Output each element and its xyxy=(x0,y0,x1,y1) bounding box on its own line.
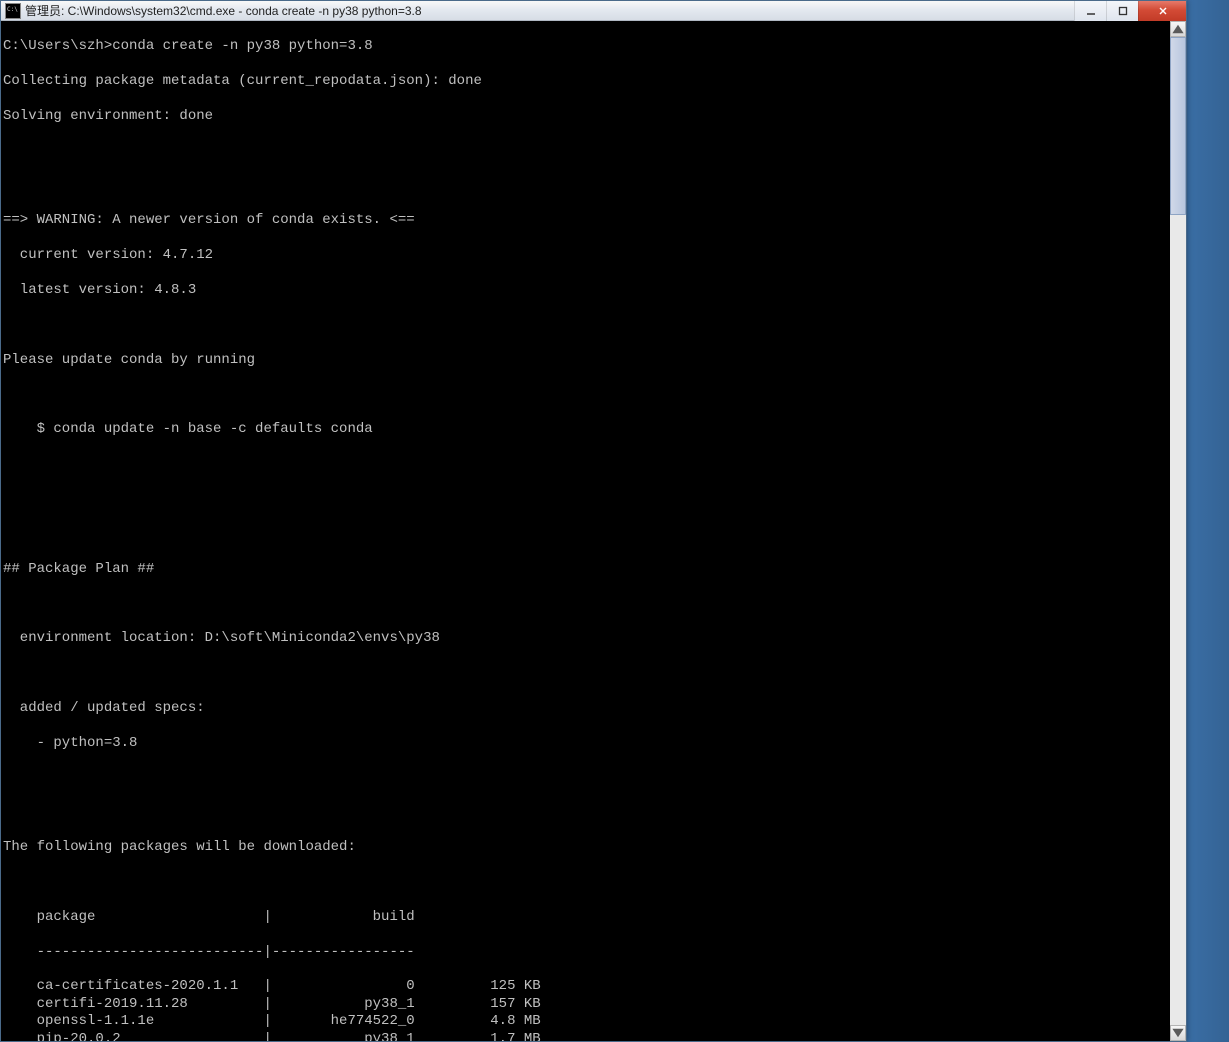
latest-version: latest version: 4.8.3 xyxy=(3,282,1170,299)
specs-item: - python=3.8 xyxy=(3,735,1170,752)
blank xyxy=(3,804,1170,821)
blank xyxy=(3,665,1170,682)
blank xyxy=(3,178,1170,195)
window-buttons xyxy=(1074,1,1186,21)
blank xyxy=(3,143,1170,160)
blank xyxy=(3,491,1170,508)
scroll-up-button[interactable] xyxy=(1170,21,1186,37)
please-update: Please update conda by running xyxy=(3,352,1170,369)
cmd-window: 管理员: C:\Windows\system32\cmd.exe - conda… xyxy=(0,0,1187,1042)
close-button[interactable] xyxy=(1138,1,1186,21)
warning-header: ==> WARNING: A newer version of conda ex… xyxy=(3,212,1170,229)
download-header: The following packages will be downloade… xyxy=(3,839,1170,856)
blank xyxy=(3,769,1170,786)
specs-header: added / updated specs: xyxy=(3,700,1170,717)
window-title: 管理员: C:\Windows\system32\cmd.exe - conda… xyxy=(25,2,422,19)
titlebar[interactable]: 管理员: C:\Windows\system32\cmd.exe - conda… xyxy=(1,1,1186,21)
env-location: environment location: D:\soft\Miniconda2… xyxy=(3,630,1170,647)
scroll-track[interactable] xyxy=(1170,37,1186,1025)
scroll-thumb[interactable] xyxy=(1170,37,1186,215)
package-table: ca-certificates-2020.1.1 | 0 125 KB cert… xyxy=(3,978,1170,1041)
update-cmd: $ conda update -n base -c defaults conda xyxy=(3,421,1170,438)
cmd-icon xyxy=(5,3,21,19)
prompt-line: C:\Users\szh>conda create -n py38 python… xyxy=(3,38,1170,55)
maximize-button[interactable] xyxy=(1106,1,1138,21)
solving-line: Solving environment: done xyxy=(3,108,1170,125)
blank xyxy=(3,317,1170,334)
terminal-output[interactable]: C:\Users\szh>conda create -n py38 python… xyxy=(1,21,1170,1041)
plan-header: ## Package Plan ## xyxy=(3,561,1170,578)
client-area: C:\Users\szh>conda create -n py38 python… xyxy=(1,21,1186,1041)
table-row: certifi-2019.11.28 | py38_1 157 KB xyxy=(3,996,1170,1013)
chevron-up-icon xyxy=(1171,22,1185,36)
vertical-scrollbar[interactable] xyxy=(1170,21,1186,1041)
table-row: pip-20.0.2 | py38_1 1.7 MB xyxy=(3,1031,1170,1041)
table-row: ca-certificates-2020.1.1 | 0 125 KB xyxy=(3,978,1170,995)
scroll-down-button[interactable] xyxy=(1170,1025,1186,1041)
collecting-line: Collecting package metadata (current_rep… xyxy=(3,73,1170,90)
blank xyxy=(3,456,1170,473)
close-icon xyxy=(1158,6,1168,16)
blank xyxy=(3,595,1170,612)
minimize-button[interactable] xyxy=(1074,1,1106,21)
table-row: openssl-1.1.1e | he774522_0 4.8 MB xyxy=(3,1013,1170,1030)
blank xyxy=(3,874,1170,891)
table-header: package | build xyxy=(3,909,1170,926)
minimize-icon xyxy=(1086,6,1096,16)
desktop-background xyxy=(1187,0,1229,1042)
blank xyxy=(3,387,1170,404)
current-version: current version: 4.7.12 xyxy=(3,247,1170,264)
maximize-icon xyxy=(1118,6,1128,16)
chevron-down-icon xyxy=(1171,1026,1185,1040)
blank xyxy=(3,526,1170,543)
table-header-sep: ---------------------------|------------… xyxy=(3,944,1170,961)
